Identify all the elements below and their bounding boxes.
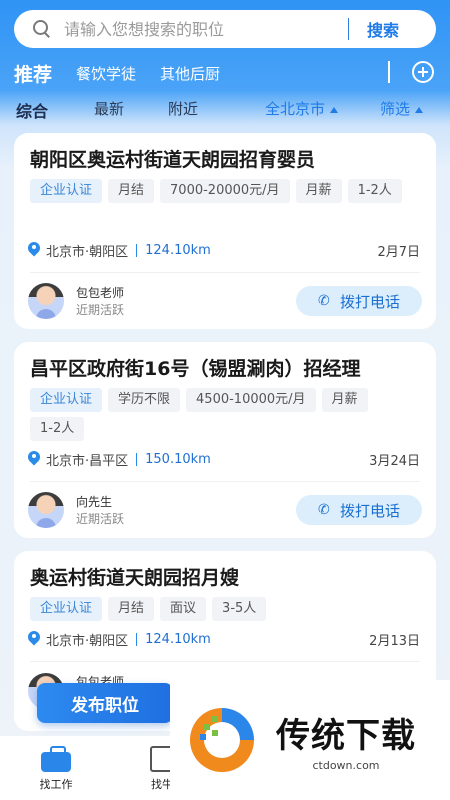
watermark-title: 传统下载 xyxy=(276,716,416,756)
job-distance: 124.10km xyxy=(145,631,211,647)
card-divider xyxy=(30,481,420,482)
nav-find-job-label: 找工作 xyxy=(39,778,73,791)
nav-find-job[interactable]: 找工作 xyxy=(26,746,86,792)
call-button[interactable]: ✆ 拨打电话 xyxy=(296,286,422,316)
search-button[interactable]: 搜索 xyxy=(367,17,399,41)
tag: 月结 xyxy=(108,179,155,203)
location-separator xyxy=(136,632,138,646)
tab-recommend[interactable]: 推荐 xyxy=(14,60,52,87)
watermark-logo-icon xyxy=(190,708,254,772)
location-row: 北京市·朝阳区 124.10km 2月13日 xyxy=(28,629,420,649)
search-icon xyxy=(32,19,52,39)
call-button-label: 拨打电话 xyxy=(339,292,400,311)
tag-certified: 企业认证 xyxy=(30,388,103,412)
watermark: 传统下载 ctdown.com xyxy=(170,680,450,800)
chevron-down-icon xyxy=(330,107,339,113)
job-distance: 124.10km xyxy=(145,242,211,258)
contact-status: 近期活跃 xyxy=(76,303,125,317)
filter-latest[interactable]: 最新 xyxy=(94,98,124,119)
job-title: 昌平区政府街16号（锡盟涮肉）招经理 xyxy=(30,358,361,380)
contact-name: 向先生 xyxy=(76,495,113,509)
tag-certified: 企业认证 xyxy=(30,179,103,203)
location-pin-icon xyxy=(28,451,40,467)
briefcase-icon xyxy=(41,746,71,772)
job-location: 北京市·朝阳区 xyxy=(46,633,129,649)
phone-icon: ✆ xyxy=(317,502,330,518)
job-tags: 企业认证 月结 7000-20000元/月 月薪 1-2人 xyxy=(30,179,420,208)
card-divider xyxy=(30,272,420,273)
job-card[interactable]: 昌平区政府街16号（锡盟涮肉）招经理 企业认证 学历不限 4500-10000元… xyxy=(14,342,436,538)
location-pin-icon xyxy=(28,631,40,647)
tag: 学历不限 xyxy=(108,388,181,412)
card-divider xyxy=(30,661,420,662)
avatar xyxy=(28,492,64,528)
watermark-url: ctdown.com xyxy=(312,759,380,772)
chevron-down-icon xyxy=(415,107,424,113)
call-button-label: 拨打电话 xyxy=(339,501,400,520)
search-divider xyxy=(348,18,349,40)
post-job-button[interactable]: 发布职位 xyxy=(37,683,173,723)
job-date: 3月24日 xyxy=(369,453,420,469)
call-button[interactable]: ✆ 拨打电话 xyxy=(296,495,422,525)
job-distance: 150.10km xyxy=(145,451,211,467)
filter-comprehensive[interactable]: 综合 xyxy=(16,98,48,122)
job-location: 北京市·昌平区 xyxy=(46,453,129,469)
contact-status: 近期活跃 xyxy=(76,512,125,526)
tab-other-kitchen[interactable]: 其他后厨 xyxy=(160,63,220,84)
tag: 3-5人 xyxy=(212,597,267,621)
job-tags: 企业认证 学历不限 4500-10000元/月 月薪 1-2人 xyxy=(30,388,420,446)
job-title: 奥运村街道天朗园招月嫂 xyxy=(30,567,240,589)
tag: 4500-10000元/月 xyxy=(186,388,316,412)
tag: 月薪 xyxy=(321,388,368,412)
filter-bar: 综合 最新 附近 全北京市 筛选 xyxy=(14,96,436,122)
job-location: 北京市·朝阳区 xyxy=(46,244,129,260)
location-row: 北京市·朝阳区 124.10km 2月7日 xyxy=(28,240,420,260)
add-category-icon[interactable] xyxy=(412,61,434,83)
tag: 1-2人 xyxy=(347,179,402,203)
tag: 月薪 xyxy=(295,179,342,203)
location-row: 北京市·昌平区 150.10km 3月24日 xyxy=(28,449,420,469)
tab-divider xyxy=(388,61,390,83)
filter-nearby[interactable]: 附近 xyxy=(168,98,198,119)
screen-filter[interactable]: 筛选 xyxy=(380,98,424,119)
tag: 面议 xyxy=(160,597,207,621)
tag: 1-2人 xyxy=(30,417,85,441)
tab-catering-apprentice[interactable]: 餐饮学徒 xyxy=(76,63,136,84)
job-title: 朝阳区奥运村街道天朗园招育婴员 xyxy=(30,149,316,171)
screen-filter-label: 筛选 xyxy=(380,100,411,118)
tag-certified: 企业认证 xyxy=(30,597,103,621)
job-card[interactable]: 朝阳区奥运村街道天朗园招育婴员 企业认证 月结 7000-20000元/月 月薪… xyxy=(14,133,436,329)
city-filter-label: 全北京市 xyxy=(265,100,326,118)
avatar xyxy=(28,283,64,319)
tag: 7000-20000元/月 xyxy=(160,179,290,203)
location-pin-icon xyxy=(28,242,40,258)
contact-name: 包包老师 xyxy=(76,286,125,300)
search-bar: 搜索 xyxy=(14,10,436,48)
search-input[interactable] xyxy=(64,19,344,39)
job-date: 2月7日 xyxy=(377,244,420,260)
phone-icon: ✆ xyxy=(317,293,330,309)
location-separator xyxy=(136,243,138,257)
job-tags: 企业认证 月结 面议 3-5人 xyxy=(30,597,420,626)
location-separator xyxy=(136,452,138,466)
tag: 月结 xyxy=(108,597,155,621)
city-filter[interactable]: 全北京市 xyxy=(265,98,339,119)
category-tabs: 推荐 餐饮学徒 其他后厨 xyxy=(14,58,436,88)
job-date: 2月13日 xyxy=(369,633,420,649)
